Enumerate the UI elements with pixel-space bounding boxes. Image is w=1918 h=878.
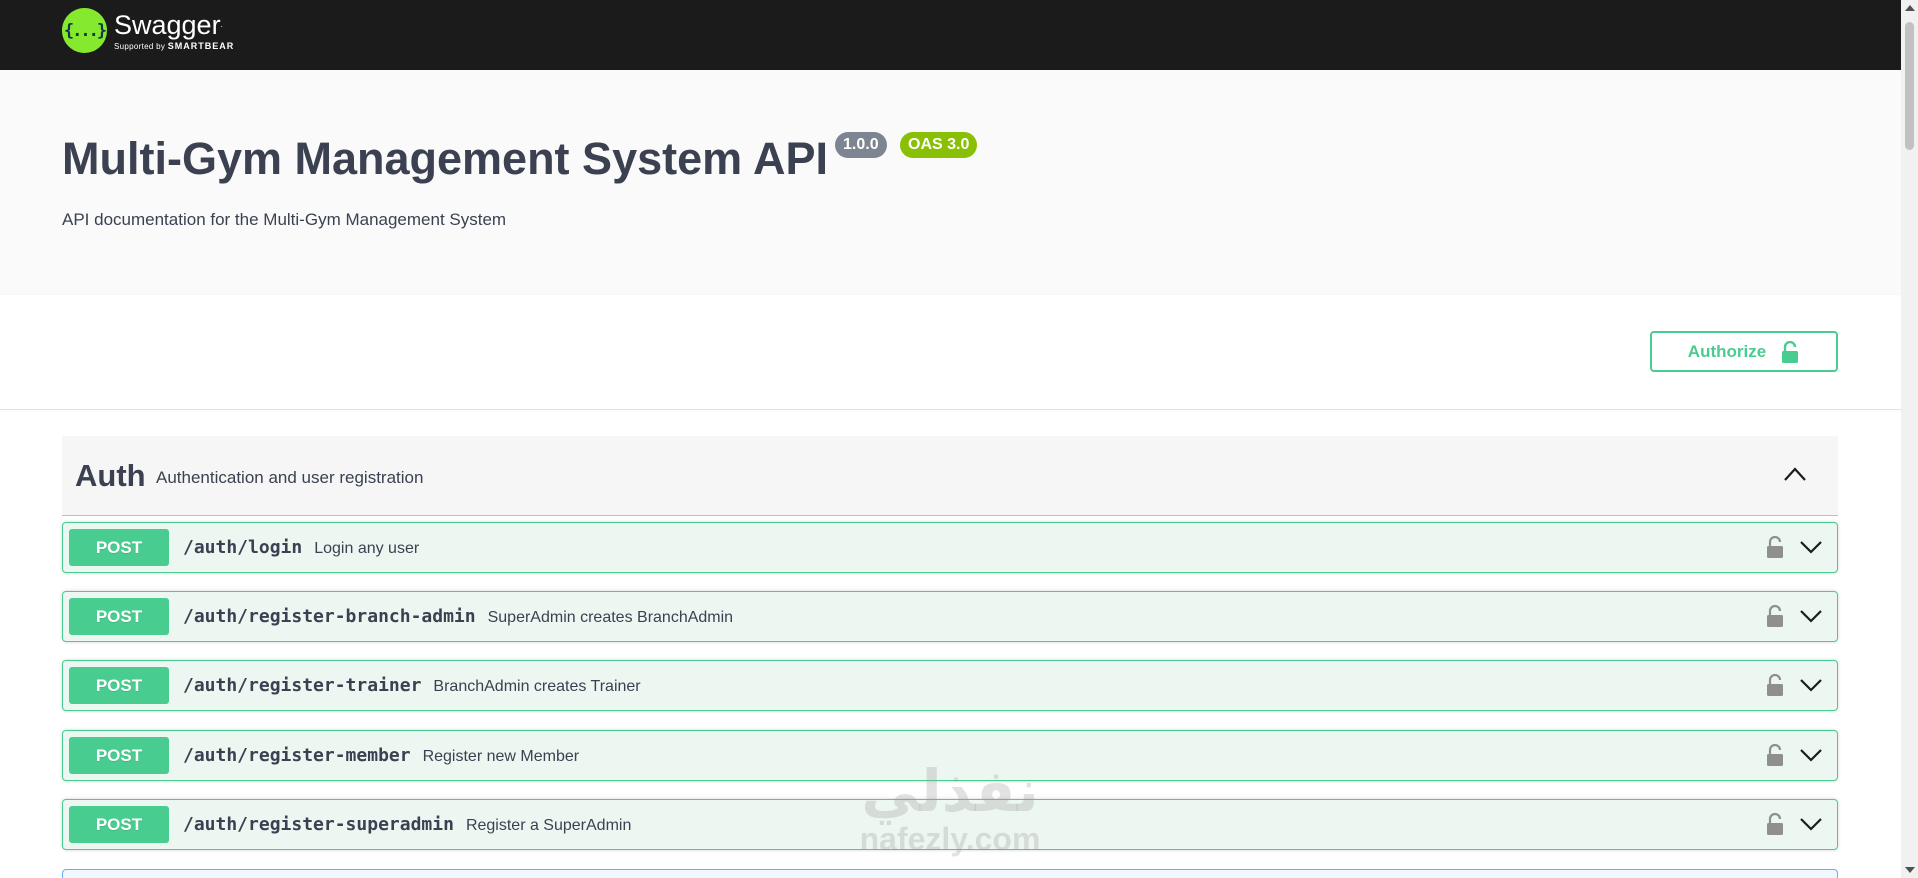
operation-summary: Register new Member bbox=[422, 748, 580, 765]
unlocked-lock-icon bbox=[1782, 340, 1799, 363]
logo-text: Swagger. Supported by SMARTBEAR bbox=[114, 11, 234, 51]
path-text: /auth/register-trainer bbox=[183, 675, 422, 696]
method-badge: POST bbox=[69, 806, 169, 843]
operation-summary: SuperAdmin creates BranchAdmin bbox=[487, 609, 734, 626]
method-badge: POST bbox=[69, 667, 169, 704]
opblock-auth-register-trainer[interactable]: POST /auth/register-trainer BranchAdmin c… bbox=[62, 660, 1838, 711]
logo-title: Swagger. bbox=[114, 11, 234, 39]
path-text: /auth/register-branch-admin bbox=[183, 606, 476, 627]
operation-path: /auth/login Login any user bbox=[183, 537, 419, 558]
scroll-up-arrow-icon[interactable] bbox=[1905, 5, 1915, 11]
swagger-logo[interactable]: {...} Swagger. Supported by SMARTBEAR bbox=[62, 8, 234, 53]
chevron-down-icon[interactable] bbox=[1799, 816, 1823, 832]
operation-path: /auth/register-trainer BranchAdmin create… bbox=[183, 675, 641, 696]
oas-badge: OAS 3.0 bbox=[900, 132, 978, 158]
api-description: API documentation for the Multi-Gym Mana… bbox=[62, 210, 507, 229]
operation-summary: BranchAdmin creates Trainer bbox=[433, 678, 641, 695]
chevron-down-icon[interactable] bbox=[1799, 539, 1823, 555]
authorize-button[interactable]: Authorize bbox=[1650, 331, 1838, 372]
opblock-auth-register-branch-admin[interactable]: POST /auth/register-branch-admin SuperAdm… bbox=[62, 591, 1838, 642]
version-badge: 1.0.0 bbox=[835, 132, 887, 158]
opblock-auth-register-superadmin[interactable]: POST /auth/register-superadmin Register a… bbox=[62, 799, 1838, 850]
operation-path: /auth/register-branch-admin SuperAdmin cr… bbox=[183, 606, 733, 627]
top-bar: {...} Swagger. Supported by SMARTBEAR bbox=[0, 0, 1901, 70]
method-badge: POST bbox=[69, 598, 169, 635]
swagger-logo-icon: {...} bbox=[62, 8, 107, 53]
path-text: /auth/register-member bbox=[183, 745, 411, 766]
authorize-label: Authorize bbox=[1687, 341, 1767, 361]
api-info: Multi-Gym Management System API 1.0.0 OA… bbox=[0, 70, 1901, 295]
chevron-up-icon[interactable] bbox=[1782, 464, 1808, 484]
chevron-down-icon[interactable] bbox=[1799, 677, 1823, 693]
scroll-thumb[interactable] bbox=[1905, 22, 1914, 150]
operation-summary: Login any user bbox=[314, 540, 420, 557]
tag-name: Auth bbox=[75, 458, 146, 493]
tag-header-auth[interactable]: Auth Authentication and user registratio… bbox=[62, 436, 1838, 516]
smartbear-text: SMARTBEAR bbox=[167, 40, 235, 51]
trademark-dot: . bbox=[220, 19, 223, 29]
opblock-partial[interactable] bbox=[62, 869, 1838, 878]
supported-by-text: Supported by bbox=[114, 41, 166, 51]
chevron-down-icon[interactable] bbox=[1799, 747, 1823, 763]
lock-icon[interactable] bbox=[1765, 743, 1785, 767]
method-badge: POST bbox=[69, 529, 169, 566]
tag-description: Authentication and user registration bbox=[156, 468, 424, 487]
opblock-auth-login[interactable]: POST /auth/login Login any user bbox=[62, 522, 1838, 573]
lock-icon[interactable] bbox=[1765, 812, 1785, 836]
operation-summary: Register a SuperAdmin bbox=[465, 817, 632, 834]
lock-icon[interactable] bbox=[1765, 604, 1785, 628]
lock-icon[interactable] bbox=[1765, 535, 1785, 559]
lock-icon[interactable] bbox=[1765, 673, 1785, 697]
page-title: Multi-Gym Management System API bbox=[62, 133, 828, 184]
operation-path: /auth/register-superadmin Register a Supe… bbox=[183, 814, 631, 835]
method-badge: POST bbox=[69, 737, 169, 774]
path-text: /auth/register-superadmin bbox=[183, 814, 454, 835]
logo-subtitle: Supported by SMARTBEAR bbox=[114, 41, 234, 51]
chevron-down-icon[interactable] bbox=[1799, 608, 1823, 624]
operation-path: /auth/register-member Register new Member bbox=[183, 745, 579, 766]
path-text: /auth/login bbox=[183, 537, 303, 558]
scheme-container: Authorize bbox=[0, 295, 1901, 410]
scroll-down-arrow-icon[interactable] bbox=[1905, 867, 1915, 873]
brand-name: Swagger bbox=[114, 9, 221, 40]
opblock-auth-register-member[interactable]: POST /auth/register-member Register new M… bbox=[62, 730, 1838, 781]
page-scrollbar[interactable] bbox=[1901, 0, 1918, 878]
